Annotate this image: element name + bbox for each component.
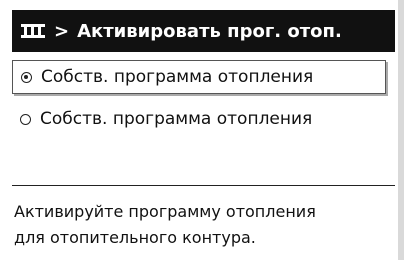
- radio-checked-icon: [21, 71, 32, 83]
- radio-unchecked-icon: [20, 113, 31, 125]
- help-text: Активируйте программу отопления для отоп…: [14, 199, 384, 251]
- program-option-selected[interactable]: Собств. программа отопления: [12, 60, 386, 94]
- divider: [12, 185, 395, 186]
- help-line-2: для отопительного контура.: [14, 228, 256, 247]
- title-bar: > Активировать прог. отоп.: [12, 10, 395, 52]
- radiator-icon: [20, 22, 46, 40]
- option-label: Собств. программа отопления: [40, 109, 313, 129]
- program-option[interactable]: Собств. программа отопления: [12, 102, 395, 136]
- display-screen: > Активировать прог. отоп. Собств. прогр…: [0, 0, 404, 260]
- page-title: Активировать прог. отоп.: [77, 20, 342, 42]
- breadcrumb-separator: >: [54, 20, 70, 42]
- program-option-list: Собств. программа отопления Собств. прог…: [12, 60, 395, 136]
- option-label: Собств. программа отопления: [41, 67, 314, 87]
- help-line-1: Активируйте программу отопления: [14, 202, 316, 221]
